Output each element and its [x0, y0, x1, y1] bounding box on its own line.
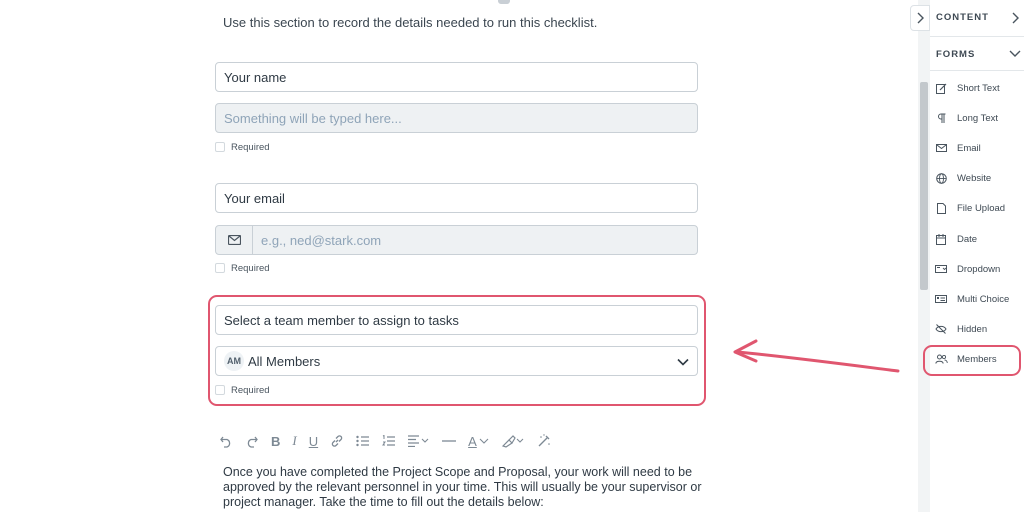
required-label: Required	[231, 384, 270, 396]
globe-icon	[934, 171, 948, 185]
undo-icon[interactable]	[219, 432, 233, 450]
sidebar-item-multi-choice[interactable]: Multi Choice	[934, 291, 1022, 307]
collapse-sidebar-button[interactable]	[910, 5, 930, 31]
members-dropdown[interactable]: AM All Members	[215, 346, 698, 376]
sidebar-item-long-text[interactable]: Long Text	[934, 110, 1022, 126]
sidebar-item-website[interactable]: Website	[934, 170, 1022, 186]
members-value: All Members	[248, 353, 321, 369]
required-label: Required	[231, 262, 270, 274]
sidebar-item-file-upload[interactable]: File Upload	[934, 200, 1022, 216]
name-required-toggle[interactable]: Required	[215, 141, 270, 153]
sidebar-item-date[interactable]: Date	[934, 231, 1022, 247]
chevron-right-icon[interactable]	[1012, 12, 1019, 24]
underline-icon[interactable]: U	[309, 432, 318, 450]
multi-choice-icon	[934, 292, 948, 306]
chevron-right-icon	[917, 12, 924, 24]
calendar-icon	[934, 232, 948, 246]
sidebar-item-label: Hidden	[957, 323, 988, 335]
section-description: Use this section to record the details n…	[223, 15, 598, 30]
required-checkbox[interactable]	[215, 385, 225, 395]
italic-icon[interactable]: I	[292, 432, 296, 450]
required-checkbox[interactable]	[215, 142, 225, 152]
edit-icon	[934, 81, 948, 95]
sidebar-item-label: Multi Choice	[957, 293, 1010, 305]
sidebar-item-label: Long Text	[957, 112, 999, 124]
bullet-list-icon[interactable]	[356, 432, 370, 450]
drag-handle[interactable]	[498, 0, 510, 4]
content-section-header[interactable]: CONTENT	[936, 12, 989, 23]
name-label-text: Your name	[224, 69, 287, 85]
redo-icon[interactable]	[245, 432, 259, 450]
envelope-icon	[934, 141, 948, 155]
sidebar-item-label: Date	[957, 233, 978, 245]
dropdown-icon	[934, 262, 948, 276]
horizontal-rule-icon[interactable]	[442, 432, 457, 450]
sidebar-item-dropdown[interactable]: Dropdown	[934, 261, 1022, 277]
eye-slash-icon	[934, 322, 948, 336]
numbered-list-icon[interactable]	[382, 432, 396, 450]
sidebar-item-label: Email	[957, 142, 981, 154]
text-color-icon[interactable]: A	[468, 432, 489, 450]
sidebar-item-hidden[interactable]: Hidden	[934, 321, 1022, 337]
email-required-toggle[interactable]: Required	[215, 262, 270, 274]
name-label-input[interactable]: Your name	[215, 62, 698, 92]
chevron-down-icon[interactable]	[1009, 50, 1021, 57]
envelope-icon	[216, 226, 253, 254]
sidebar-item-label: File Upload	[957, 202, 1006, 214]
sidebar	[918, 0, 1024, 512]
sidebar-item-label: Website	[957, 172, 992, 184]
text-color-glyph: A	[468, 433, 477, 449]
paragraph-icon	[934, 111, 948, 125]
email-preview-field: e.g., ned@stark.com	[215, 225, 698, 255]
members-label-text: Select a team member to assign to tasks	[224, 312, 459, 328]
sidebar-item-label: Short Text	[957, 82, 1000, 94]
email-label-input[interactable]: Your email	[215, 183, 698, 213]
clear-format-icon[interactable]	[537, 432, 551, 450]
name-preview-field: Something will be typed here...	[215, 103, 698, 133]
body-paragraph[interactable]: Once you have completed the Project Scop…	[223, 465, 703, 510]
link-icon[interactable]	[330, 432, 344, 450]
sidebar-item-short-text[interactable]: Short Text	[934, 80, 1022, 96]
bold-icon[interactable]: B	[271, 432, 280, 450]
chevron-down-icon	[677, 354, 689, 369]
members-item-highlight	[923, 345, 1021, 376]
sidebar-item-email[interactable]: Email	[934, 140, 1022, 156]
annotation-arrow-icon	[733, 339, 900, 373]
sidebar-divider	[930, 70, 1024, 71]
form-editor: Use this section to record the details n…	[0, 0, 918, 512]
members-avatar: AM	[224, 351, 244, 371]
required-label: Required	[231, 141, 270, 153]
highlight-icon[interactable]	[501, 432, 525, 450]
email-placeholder-text: e.g., ned@stark.com	[261, 232, 382, 248]
email-label-text: Your email	[224, 190, 285, 206]
required-checkbox[interactable]	[215, 263, 225, 273]
members-required-toggle[interactable]: Required	[215, 384, 270, 396]
forms-section-header[interactable]: FORMS	[936, 49, 975, 60]
text-editor-toolbar: B I U A	[219, 432, 563, 450]
name-placeholder-text: Something will be typed here...	[224, 110, 402, 126]
file-icon	[934, 201, 948, 215]
scrollbar-thumb[interactable]	[920, 82, 928, 290]
sidebar-item-label: Dropdown	[957, 263, 1001, 275]
sidebar-divider	[930, 36, 1024, 37]
members-label-input[interactable]: Select a team member to assign to tasks	[215, 305, 698, 335]
align-icon[interactable]	[408, 432, 430, 450]
